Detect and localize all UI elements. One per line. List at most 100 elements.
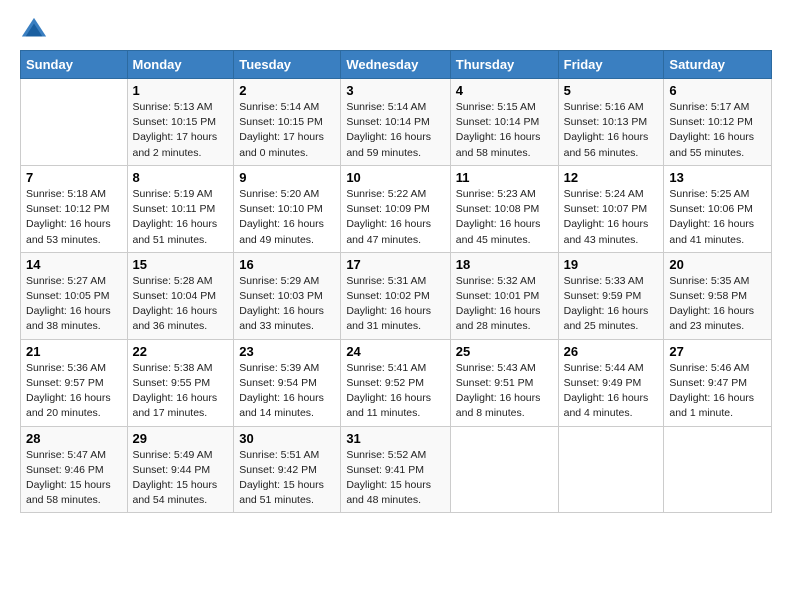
day-number: 12	[564, 170, 659, 185]
calendar-cell: 28 Sunrise: 5:47 AM Sunset: 9:46 PM Dayli…	[21, 426, 128, 513]
calendar-cell: 17 Sunrise: 5:31 AM Sunset: 10:02 PM Dayl…	[341, 252, 450, 339]
column-header-thursday: Thursday	[450, 51, 558, 79]
day-detail: Sunrise: 5:20 AM Sunset: 10:10 PM Daylig…	[239, 187, 335, 248]
day-detail: Sunrise: 5:41 AM Sunset: 9:52 PM Dayligh…	[346, 361, 444, 422]
day-detail: Sunrise: 5:24 AM Sunset: 10:07 PM Daylig…	[564, 187, 659, 248]
calendar-cell: 16 Sunrise: 5:29 AM Sunset: 10:03 PM Dayl…	[234, 252, 341, 339]
calendar-cell	[558, 426, 664, 513]
day-number: 1	[133, 83, 229, 98]
calendar-cell: 7Sunrise: 5:18 AM Sunset: 10:12 PM Dayli…	[21, 165, 128, 252]
day-number: 23	[239, 344, 335, 359]
calendar-cell	[450, 426, 558, 513]
calendar-cell: 15 Sunrise: 5:28 AM Sunset: 10:04 PM Dayl…	[127, 252, 234, 339]
day-detail: Sunrise: 5:39 AM Sunset: 9:54 PM Dayligh…	[239, 361, 335, 422]
calendar-header-row: SundayMondayTuesdayWednesdayThursdayFrid…	[21, 51, 772, 79]
calendar-week-4: 21 Sunrise: 5:36 AM Sunset: 9:57 PM Dayli…	[21, 339, 772, 426]
calendar-cell: 9 Sunrise: 5:20 AM Sunset: 10:10 PM Dayli…	[234, 165, 341, 252]
day-number: 19	[564, 257, 659, 272]
day-detail: Sunrise: 5:46 AM Sunset: 9:47 PM Dayligh…	[669, 361, 766, 422]
calendar-cell: 29 Sunrise: 5:49 AM Sunset: 9:44 PM Dayli…	[127, 426, 234, 513]
calendar-cell	[664, 426, 772, 513]
calendar-cell: 6Sunrise: 5:17 AM Sunset: 10:12 PM Dayli…	[664, 79, 772, 166]
day-detail: Sunrise: 5:43 AM Sunset: 9:51 PM Dayligh…	[456, 361, 553, 422]
column-header-wednesday: Wednesday	[341, 51, 450, 79]
day-detail: Sunrise: 5:15 AM Sunset: 10:14 PM Daylig…	[456, 100, 553, 161]
day-number: 27	[669, 344, 766, 359]
day-number: 31	[346, 431, 444, 446]
calendar-week-3: 14 Sunrise: 5:27 AM Sunset: 10:05 PM Dayl…	[21, 252, 772, 339]
day-number: 29	[133, 431, 229, 446]
calendar-cell: 22Sunrise: 5:38 AM Sunset: 9:55 PM Dayli…	[127, 339, 234, 426]
calendar-cell: 13Sunrise: 5:25 AM Sunset: 10:06 PM Dayl…	[664, 165, 772, 252]
day-detail: Sunrise: 5:44 AM Sunset: 9:49 PM Dayligh…	[564, 361, 659, 422]
page-header	[20, 16, 772, 44]
day-detail: Sunrise: 5:36 AM Sunset: 9:57 PM Dayligh…	[26, 361, 122, 422]
day-number: 30	[239, 431, 335, 446]
day-detail: Sunrise: 5:14 AM Sunset: 10:14 PM Daylig…	[346, 100, 444, 161]
calendar-cell: 5 Sunrise: 5:16 AM Sunset: 10:13 PM Dayli…	[558, 79, 664, 166]
day-number: 26	[564, 344, 659, 359]
day-number: 14	[26, 257, 122, 272]
calendar-cell: 31 Sunrise: 5:52 AM Sunset: 9:41 PM Dayli…	[341, 426, 450, 513]
day-number: 21	[26, 344, 122, 359]
day-number: 17	[346, 257, 444, 272]
day-number: 8	[133, 170, 229, 185]
calendar-cell: 21 Sunrise: 5:36 AM Sunset: 9:57 PM Dayli…	[21, 339, 128, 426]
day-detail: Sunrise: 5:33 AM Sunset: 9:59 PM Dayligh…	[564, 274, 659, 335]
calendar-cell: 12 Sunrise: 5:24 AM Sunset: 10:07 PM Dayl…	[558, 165, 664, 252]
day-detail: Sunrise: 5:23 AM Sunset: 10:08 PM Daylig…	[456, 187, 553, 248]
day-detail: Sunrise: 5:47 AM Sunset: 9:46 PM Dayligh…	[26, 448, 122, 509]
day-detail: Sunrise: 5:51 AM Sunset: 9:42 PM Dayligh…	[239, 448, 335, 509]
calendar-cell: 27 Sunrise: 5:46 AM Sunset: 9:47 PM Dayli…	[664, 339, 772, 426]
day-detail: Sunrise: 5:28 AM Sunset: 10:04 PM Daylig…	[133, 274, 229, 335]
calendar-cell: 8 Sunrise: 5:19 AM Sunset: 10:11 PM Dayli…	[127, 165, 234, 252]
calendar-cell: 4Sunrise: 5:15 AM Sunset: 10:14 PM Dayli…	[450, 79, 558, 166]
day-number: 3	[346, 83, 444, 98]
calendar-cell: 1Sunrise: 5:13 AM Sunset: 10:15 PM Dayli…	[127, 79, 234, 166]
column-header-monday: Monday	[127, 51, 234, 79]
day-number: 7	[26, 170, 122, 185]
day-detail: Sunrise: 5:31 AM Sunset: 10:02 PM Daylig…	[346, 274, 444, 335]
day-number: 9	[239, 170, 335, 185]
day-detail: Sunrise: 5:29 AM Sunset: 10:03 PM Daylig…	[239, 274, 335, 335]
day-number: 5	[564, 83, 659, 98]
day-detail: Sunrise: 5:19 AM Sunset: 10:11 PM Daylig…	[133, 187, 229, 248]
day-number: 18	[456, 257, 553, 272]
calendar-week-1: 1Sunrise: 5:13 AM Sunset: 10:15 PM Dayli…	[21, 79, 772, 166]
calendar-week-2: 7Sunrise: 5:18 AM Sunset: 10:12 PM Dayli…	[21, 165, 772, 252]
day-number: 20	[669, 257, 766, 272]
day-detail: Sunrise: 5:27 AM Sunset: 10:05 PM Daylig…	[26, 274, 122, 335]
calendar-cell: 23 Sunrise: 5:39 AM Sunset: 9:54 PM Dayli…	[234, 339, 341, 426]
day-detail: Sunrise: 5:16 AM Sunset: 10:13 PM Daylig…	[564, 100, 659, 161]
calendar-cell: 25 Sunrise: 5:43 AM Sunset: 9:51 PM Dayli…	[450, 339, 558, 426]
calendar-week-5: 28 Sunrise: 5:47 AM Sunset: 9:46 PM Dayli…	[21, 426, 772, 513]
day-number: 16	[239, 257, 335, 272]
day-detail: Sunrise: 5:52 AM Sunset: 9:41 PM Dayligh…	[346, 448, 444, 509]
calendar-cell: 11 Sunrise: 5:23 AM Sunset: 10:08 PM Dayl…	[450, 165, 558, 252]
calendar-cell: 3 Sunrise: 5:14 AM Sunset: 10:14 PM Dayli…	[341, 79, 450, 166]
day-number: 25	[456, 344, 553, 359]
calendar-cell: 19 Sunrise: 5:33 AM Sunset: 9:59 PM Dayli…	[558, 252, 664, 339]
calendar-cell: 18Sunrise: 5:32 AM Sunset: 10:01 PM Dayl…	[450, 252, 558, 339]
day-number: 11	[456, 170, 553, 185]
day-number: 13	[669, 170, 766, 185]
calendar-cell: 30 Sunrise: 5:51 AM Sunset: 9:42 PM Dayli…	[234, 426, 341, 513]
column-header-sunday: Sunday	[21, 51, 128, 79]
logo	[20, 16, 52, 44]
calendar-cell: 14 Sunrise: 5:27 AM Sunset: 10:05 PM Dayl…	[21, 252, 128, 339]
logo-icon	[20, 16, 48, 44]
column-header-saturday: Saturday	[664, 51, 772, 79]
day-number: 24	[346, 344, 444, 359]
calendar-cell: 24 Sunrise: 5:41 AM Sunset: 9:52 PM Dayli…	[341, 339, 450, 426]
day-number: 10	[346, 170, 444, 185]
calendar-cell: 10Sunrise: 5:22 AM Sunset: 10:09 PM Dayl…	[341, 165, 450, 252]
day-detail: Sunrise: 5:49 AM Sunset: 9:44 PM Dayligh…	[133, 448, 229, 509]
day-number: 28	[26, 431, 122, 446]
day-number: 22	[133, 344, 229, 359]
day-detail: Sunrise: 5:14 AM Sunset: 10:15 PM Daylig…	[239, 100, 335, 161]
column-header-tuesday: Tuesday	[234, 51, 341, 79]
day-number: 15	[133, 257, 229, 272]
day-detail: Sunrise: 5:17 AM Sunset: 10:12 PM Daylig…	[669, 100, 766, 161]
calendar-cell: 2Sunrise: 5:14 AM Sunset: 10:15 PM Dayli…	[234, 79, 341, 166]
calendar-cell: 26 Sunrise: 5:44 AM Sunset: 9:49 PM Dayli…	[558, 339, 664, 426]
